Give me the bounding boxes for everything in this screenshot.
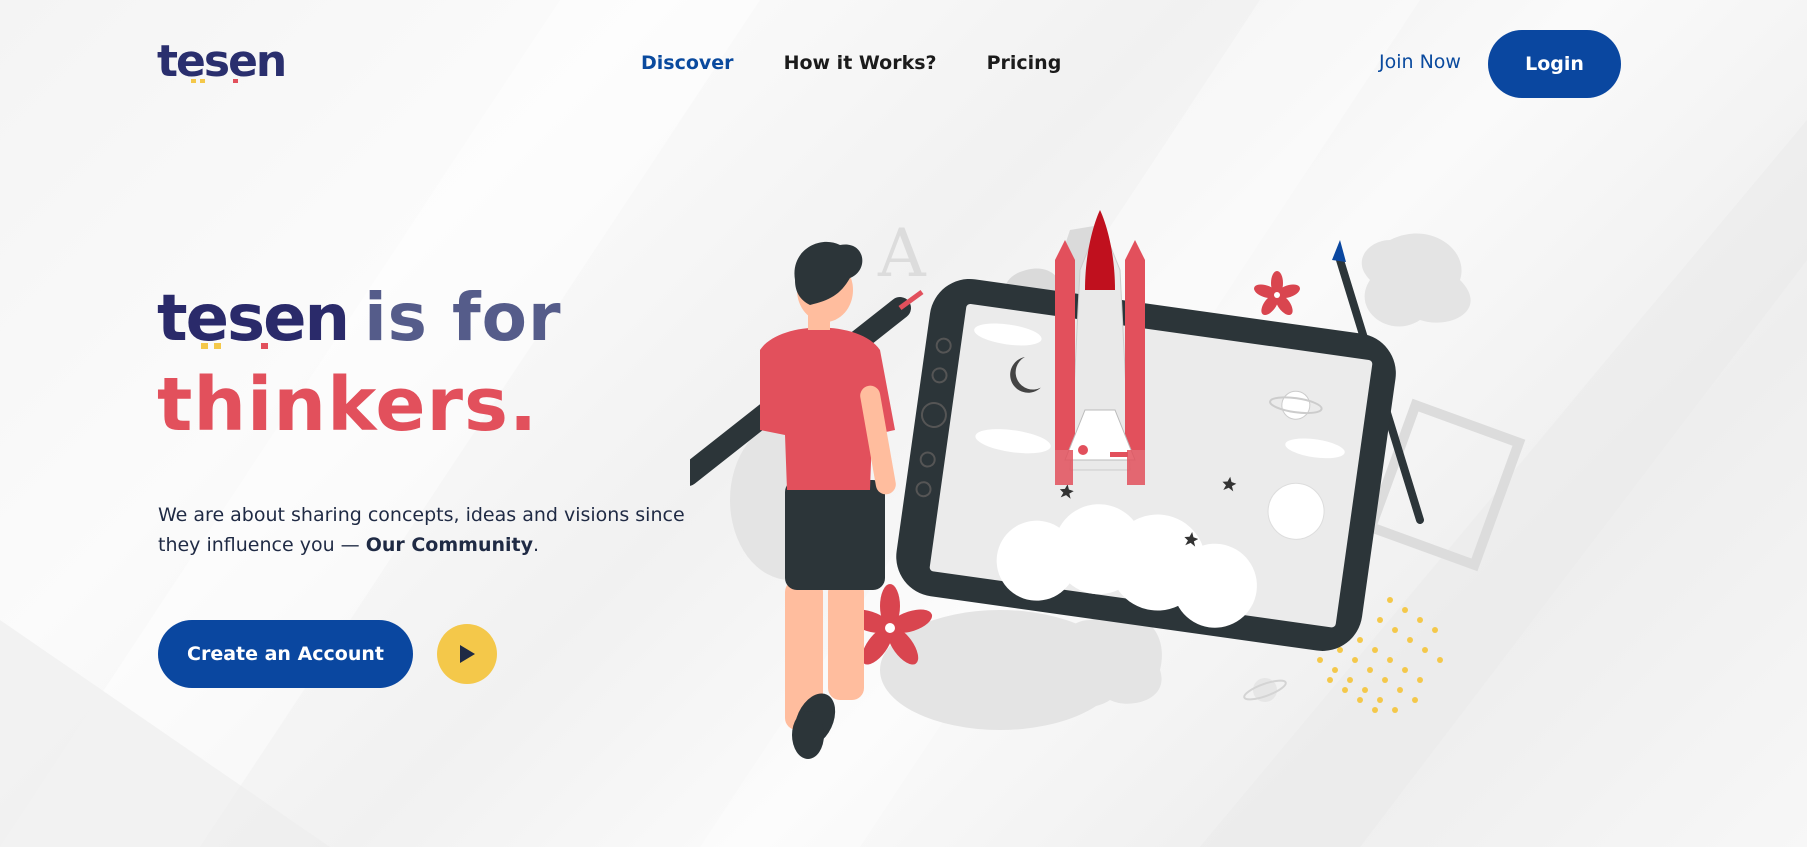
create-account-button[interactable]: Create an Account: [158, 620, 413, 688]
hero-description: We are about sharing concepts, ideas and…: [158, 500, 718, 560]
rocket: [1055, 210, 1145, 485]
logo-dots: [191, 79, 238, 83]
hero-description-end: .: [533, 534, 540, 556]
hero-title-rest: is for: [364, 279, 562, 356]
logo[interactable]: tesen: [157, 36, 287, 87]
rocket-launch-illustration: A: [690, 210, 1526, 759]
small-planet: [1243, 678, 1287, 702]
hero-description-bold: Our Community: [365, 534, 533, 556]
tablet: [896, 278, 1396, 651]
nav-how-it-works[interactable]: How it Works?: [784, 52, 937, 74]
nav-pricing[interactable]: Pricing: [987, 52, 1062, 74]
hero-title: tesen is for thinkers.: [157, 279, 562, 450]
play-video-button[interactable]: [437, 624, 497, 684]
play-icon: [460, 645, 475, 663]
main-nav: Discover How it Works? Pricing: [641, 52, 1061, 74]
nav-discover[interactable]: Discover: [641, 52, 734, 74]
hero-logo-dots: [201, 343, 268, 349]
login-button[interactable]: Login: [1488, 30, 1621, 98]
hero-logo-wordmark: tesen: [157, 287, 350, 351]
hero-title-line-2: thinkers.: [157, 362, 539, 448]
hero-title-line-1: tesen is for: [157, 279, 562, 356]
site-header: tesen Discover How it Works? Pricing Joi…: [0, 0, 1807, 130]
logo-wordmark: tesen: [157, 36, 287, 87]
svg-text:A: A: [877, 215, 927, 292]
join-now-link[interactable]: Join Now: [1379, 51, 1461, 73]
